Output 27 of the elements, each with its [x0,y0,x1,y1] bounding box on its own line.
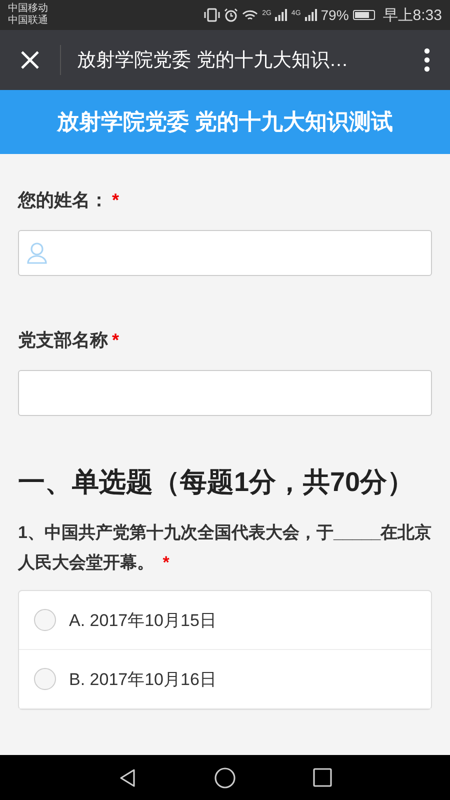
recents-icon[interactable] [312,768,332,787]
more-icon[interactable] [424,48,430,72]
signal-icon [304,9,317,21]
vibrate-icon [204,8,220,22]
survey-title: 放射学院党委 党的十九大知识测试 [56,108,394,136]
signal-icon [275,9,288,21]
input-field[interactable] [18,370,432,416]
section-heading: 一、单选题（每题1分，共70分） [18,466,416,499]
answer-option[interactable]: B. 2017年10月16日 [19,650,431,709]
answer-option[interactable]: A. 2017年10月15日 [19,591,431,650]
radio-button[interactable] [34,668,56,690]
close-icon[interactable] [20,50,40,70]
page-title: 放射学院党委 党的十九大知识… [77,49,350,73]
input-field[interactable] [18,230,432,276]
wifi-icon [242,8,258,22]
battery-icon [352,10,375,20]
carrier-name: 中国联通 [8,15,48,27]
alarm-icon [224,8,238,22]
clock: 早上8:33 [382,6,442,24]
radio-button[interactable] [34,609,56,631]
person-icon [27,242,47,264]
battery-percent: 79% [320,7,349,23]
field-label: 您的姓名： * [18,189,120,212]
carrier-name: 中国移动 [8,3,48,14]
field-label: 党支部名称 * [18,329,120,352]
home-icon[interactable] [214,766,236,788]
question-text: 1、中国共产党第十九次全国代表大会，于_____在北京人民大会堂开幕。 * [18,522,432,574]
